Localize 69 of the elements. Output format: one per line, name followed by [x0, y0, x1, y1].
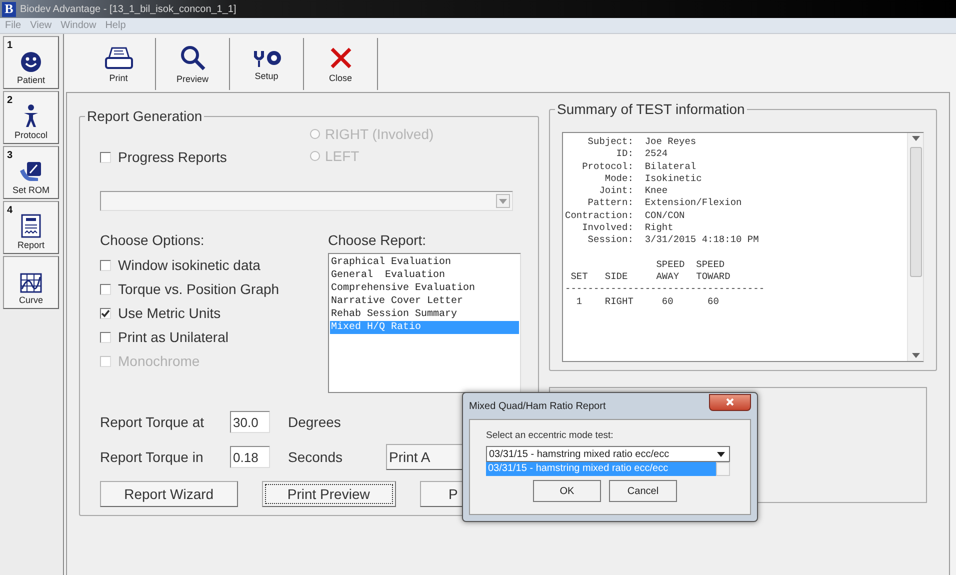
button[interactable]: Print Preview: [262, 481, 396, 507]
list-item[interactable]: Narrative Cover Letter: [330, 295, 519, 308]
summary-line: SET SIDE AWAY TOWARD: [570, 270, 732, 284]
report-document-icon: [21, 214, 41, 238]
toolbar-button[interactable]: Print: [82, 38, 156, 90]
dropdown-arrow-icon: [499, 198, 507, 204]
dropdown-arrow-icon: [717, 452, 725, 456]
sidebar-button[interactable]: Curve: [3, 256, 59, 309]
toolbar-button[interactable]: Preview: [156, 38, 230, 90]
toolbar-button[interactable]: Close: [304, 38, 378, 90]
printer-icon: [104, 46, 132, 70]
summary-line: SPEED SPEED: [655, 258, 726, 271]
dialog-button[interactable]: Cancel: [609, 480, 677, 502]
summary-line: Session: 3/31/2015 4:18:10 PM: [586, 234, 760, 247]
group-title: Summary of TEST information: [555, 101, 747, 117]
sidebar-button[interactable]: 4 Report: [3, 201, 59, 254]
summary-line: Contraction: CON/CON: [565, 210, 686, 222]
test-select[interactable]: 03/31/15 - hamstring mixed ratio ecc/ecc: [486, 446, 730, 462]
toolbar-button[interactable]: Setup: [230, 38, 304, 90]
person-icon: [22, 104, 40, 128]
dropdown-field[interactable]: [100, 191, 513, 211]
summary-line: ID: 2524: [615, 148, 669, 161]
unit-label: Seconds: [288, 449, 344, 465]
close-icon: [726, 398, 734, 406]
field-label: Report Torque in: [100, 449, 204, 465]
button[interactable]: Report Wizard: [100, 481, 238, 507]
dropdown-arrow-icon: [912, 353, 920, 358]
list-item[interactable]: Comprehensive Evaluation: [330, 282, 519, 295]
sidebar-button[interactable]: 2 Protocol: [3, 91, 59, 144]
summary-line: Involved: Right: [581, 222, 674, 234]
checkbox[interactable]: Print as Unilateral: [100, 325, 328, 349]
summary-line: Protocol: Bilateral: [581, 160, 698, 173]
app-logo: B: [2, 2, 16, 16]
window-title: Biodev Advantage - [13_1_bil_isok_concon_1_1]: [20, 4, 236, 14]
leg-gauge-icon: [18, 161, 44, 183]
summary-line: 1 RIGHT 60 60: [575, 296, 720, 308]
checkbox[interactable]: Use Metric Units: [100, 301, 328, 325]
summary-line: -----------------------------------: [565, 283, 766, 296]
dialog-prompt: Select an eccentric mode test:: [486, 430, 614, 443]
field-label: Report Torque at: [100, 414, 206, 430]
sidebar-button[interactable]: 1 Patient: [3, 36, 59, 89]
checkbox[interactable]: Window isokinetic data: [100, 253, 328, 277]
summary-line: Mode: Isokinetic: [604, 172, 703, 186]
unit-label: Degrees: [288, 414, 342, 430]
input-field[interactable]: 30.0: [230, 411, 270, 433]
list-item[interactable]: Rehab Session Summary: [330, 308, 519, 321]
close-button[interactable]: [709, 394, 751, 410]
summary-line: Joint: Knee: [598, 185, 669, 198]
input-field[interactable]: 0.18: [230, 446, 270, 468]
report-heading: Choose Report:: [328, 231, 428, 250]
list-item[interactable]: Graphical Evaluation: [330, 256, 519, 269]
scroll-button[interactable]: [716, 462, 730, 476]
dialog-button[interactable]: OK: [533, 480, 601, 502]
close-icon: [328, 46, 352, 70]
summary-line: Pattern: Extension/Flexion: [586, 197, 743, 210]
check-mark-icon: [101, 308, 110, 318]
dialog-title: Mixed Quad/Ham Ratio Report: [469, 400, 606, 412]
dropdown-arrow-icon: [912, 136, 920, 141]
group-title: Report Generation: [85, 108, 204, 124]
checkbox[interactable]: Torque vs. Position Graph: [100, 277, 328, 301]
smiley-face-icon: [20, 51, 42, 73]
sidebar-button[interactable]: 3 Set ROM: [3, 146, 59, 199]
scroll-bar[interactable]: [907, 133, 923, 361]
checkbox[interactable]: Progress Reports: [100, 137, 310, 177]
options-heading: Choose Options:: [100, 231, 206, 250]
grid-chart-icon: [20, 273, 42, 293]
list-item[interactable]: General Evaluation: [330, 269, 519, 282]
summary-line: Subject: Joe Reyes: [586, 136, 698, 148]
search-icon: [180, 44, 206, 70]
